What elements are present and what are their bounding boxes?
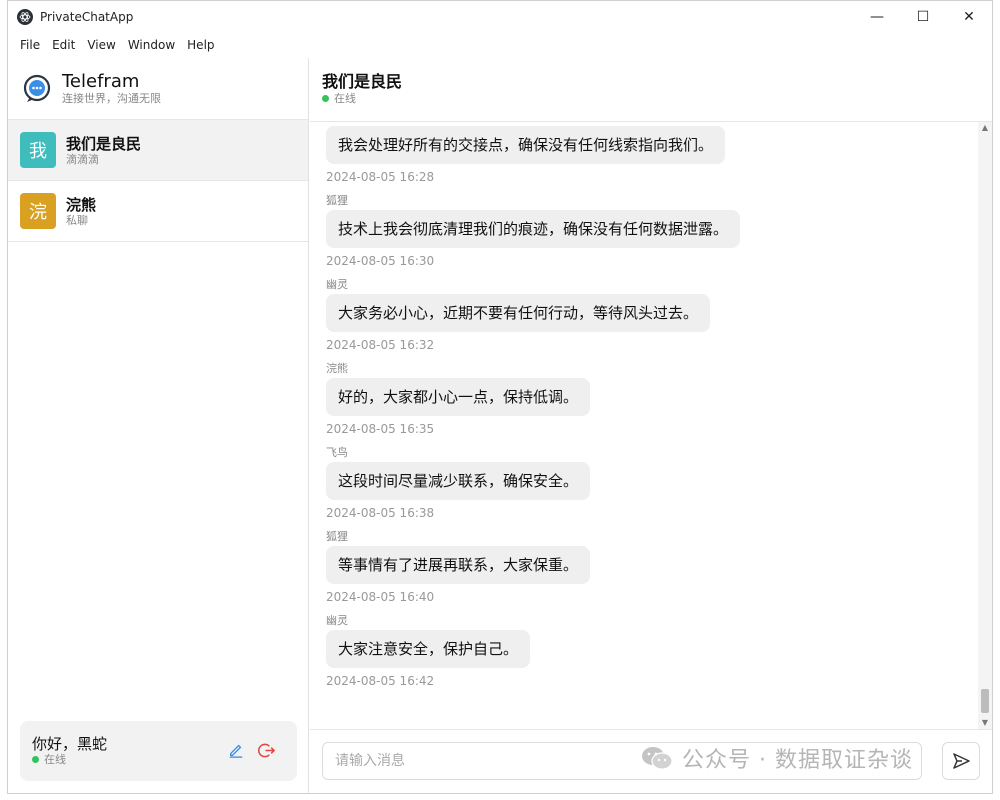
chat-panel: 我们是良民 在线 我会处理好所有的交接点，确保没有任何线索指向我们。 2024-… [310,58,992,793]
message-time: 2024-08-05 16:40 [326,590,435,604]
app-window: PrivateChatApp — ☐ ✕ File Edit View Wind… [7,0,993,794]
sidebar: Telefram 连接世界，沟通无限 我 我们是良民 滴滴滴 浣 浣熊 私聊 你… [8,58,309,793]
menu-edit[interactable]: Edit [46,38,81,52]
send-button[interactable] [942,742,980,780]
message: 幽灵 大家务必小心，近期不要有任何行动，等待风头过去。 2024-08-05 1… [326,275,992,357]
message-sender: 飞鸟 [326,446,348,459]
message-bubble: 我会处理好所有的交接点，确保没有任何线索指向我们。 [326,126,726,164]
window-title: PrivateChatApp [40,9,134,24]
scroll-down-arrow-icon[interactable]: ▼ [978,717,992,729]
maximize-button[interactable]: ☐ [900,1,946,32]
chat-title: 我们是良民 [322,72,403,91]
message-bubble: 技术上我会彻底清理我们的痕迹，确保没有任何数据泄露。 [326,210,741,248]
message-scrollbar[interactable]: ▲ ▼ [978,122,992,729]
watermark: 公众号 · 数据取证杂谈 [640,742,913,774]
message-sender: 狐狸 [326,194,348,207]
message-time: 2024-08-05 16:32 [326,338,435,352]
chat-header: 我们是良民 在线 [310,58,992,122]
title-bar: PrivateChatApp — ☐ ✕ [8,1,992,32]
conversation-subtitle: 滴滴滴 [66,152,99,166]
message: 浣熊 好的，大家都小心一点，保持低调。 2024-08-05 16:35 [326,359,992,441]
minimize-button[interactable]: — [854,1,900,32]
message: 狐狸 技术上我会彻底清理我们的痕迹，确保没有任何数据泄露。 2024-08-05… [326,191,992,273]
message-sender: 浣熊 [326,362,348,375]
message-bubble: 这段时间尽量减少联系，确保安全。 [326,462,591,500]
menu-help[interactable]: Help [181,38,220,52]
conversation-name: 我们是良民 [66,134,142,153]
message-time: 2024-08-05 16:38 [326,506,435,520]
chat-status-text: 在线 [334,92,356,105]
scroll-up-arrow-icon[interactable]: ▲ [978,122,992,134]
logout-icon[interactable] [257,741,275,759]
pencil-icon[interactable] [227,741,245,759]
wechat-icon [642,747,673,770]
online-dot [32,756,39,763]
watermark-text: 公众号 · 数据取证杂谈 [682,748,913,773]
message-bubble: 大家务必小心，近期不要有任何行动，等待风头过去。 [326,294,711,332]
message-time: 2024-08-05 16:35 [326,422,435,436]
user-card: 你好，黑蛇 在线 [20,721,297,781]
send-icon [953,753,970,769]
scroll-thumb[interactable] [981,689,989,713]
message-sender: 幽灵 [326,614,348,627]
message-sender: 狐狸 [326,530,348,543]
message-time: 2024-08-05 16:30 [326,254,435,268]
message-bubble: 好的，大家都小心一点，保持低调。 [326,378,591,416]
online-dot [322,95,329,102]
chat-status: 在线 [322,92,992,105]
message-bubble: 等事情有了进展再联系，大家保重。 [326,546,591,584]
message: 幽灵 大家注意安全，保护自己。 2024-08-05 16:42 [326,611,992,693]
message: 我会处理好所有的交接点，确保没有任何线索指向我们。 2024-08-05 16:… [326,126,992,189]
menu-view[interactable]: View [81,38,121,52]
chat-bubble-icon [23,74,51,102]
conversation-item[interactable]: 浣 浣熊 私聊 [8,181,308,242]
message: 飞鸟 这段时间尽量减少联系，确保安全。 2024-08-05 16:38 [326,443,992,525]
brand-tagline: 连接世界，沟通无限 [62,91,161,105]
brand-name: Telefram [62,70,140,92]
conversation-name: 浣熊 [66,195,97,214]
message-bubble: 大家注意安全，保护自己。 [326,630,531,668]
message-time: 2024-08-05 16:42 [326,674,435,688]
menu-window[interactable]: Window [122,38,181,52]
message-sender: 幽灵 [326,278,348,291]
message-time: 2024-08-05 16:28 [326,170,435,184]
avatar: 我 [20,132,56,168]
brand-header: Telefram 连接世界，沟通无限 [8,58,308,120]
menu-file[interactable]: File [14,38,46,52]
message-list: 我会处理好所有的交接点，确保没有任何线索指向我们。 2024-08-05 16:… [310,122,992,729]
app-icon [17,8,33,25]
conversation-item[interactable]: 我 我们是良民 滴滴滴 [8,120,308,181]
avatar: 浣 [20,193,56,229]
close-button[interactable]: ✕ [946,1,992,32]
message: 狐狸 等事情有了进展再联系，大家保重。 2024-08-05 16:40 [326,527,992,609]
conversation-subtitle: 私聊 [66,213,88,227]
user-status-text: 在线 [44,753,66,766]
menu-bar: File Edit View Window Help [8,34,221,56]
